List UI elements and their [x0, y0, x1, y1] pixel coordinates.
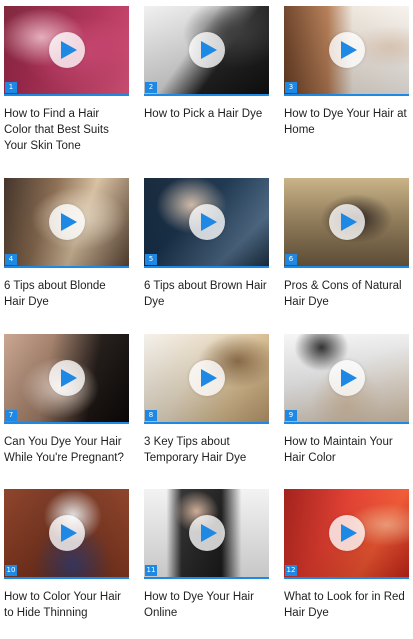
video-title[interactable]: How to Dye Your Hair at Home: [284, 106, 409, 138]
video-thumbnail[interactable]: 6: [284, 178, 409, 268]
video-title[interactable]: 6 Tips about Brown Hair Dye: [144, 278, 269, 310]
video-card-7[interactable]: 7 Can You Dye Your Hair While You're Pre…: [4, 334, 129, 484]
video-number-badge: 5: [145, 254, 157, 265]
play-button[interactable]: [329, 515, 365, 551]
play-button[interactable]: [49, 204, 85, 240]
video-thumbnail[interactable]: 7: [4, 334, 129, 424]
play-icon: [341, 41, 357, 59]
play-icon: [201, 369, 217, 387]
video-card-1[interactable]: 1 How to Find a Hair Color that Best Sui…: [4, 6, 129, 156]
progress-bar: [4, 422, 129, 424]
play-button[interactable]: [189, 360, 225, 396]
progress-bar: [144, 266, 269, 268]
video-number-badge: 7: [5, 410, 17, 421]
play-button[interactable]: [49, 32, 85, 68]
progress-bar: [4, 266, 129, 268]
video-card-8[interactable]: 8 3 Key Tips about Temporary Hair Dye: [144, 334, 269, 484]
play-button[interactable]: [329, 32, 365, 68]
video-title[interactable]: How to Dye Your Hair Online: [144, 589, 269, 621]
video-card-9[interactable]: 9 How to Maintain Your Hair Color: [284, 334, 409, 484]
video-title[interactable]: How to Find a Hair Color that Best Suits…: [4, 106, 129, 154]
video-thumbnail[interactable]: 12: [284, 489, 409, 579]
progress-bar: [284, 94, 409, 96]
video-title[interactable]: 3 Key Tips about Temporary Hair Dye: [144, 434, 269, 466]
play-button[interactable]: [189, 204, 225, 240]
play-icon: [61, 524, 77, 542]
progress-bar: [144, 577, 269, 579]
video-card-2[interactable]: 2 How to Pick a Hair Dye: [144, 6, 269, 156]
video-title[interactable]: How to Maintain Your Hair Color: [284, 434, 409, 466]
video-title[interactable]: What to Look for in Red Hair Dye: [284, 589, 409, 621]
play-button[interactable]: [329, 204, 365, 240]
video-card-11[interactable]: 11 How to Dye Your Hair Online: [144, 489, 269, 639]
video-title[interactable]: Pros & Cons of Natural Hair Dye: [284, 278, 409, 310]
video-thumbnail[interactable]: 8: [144, 334, 269, 424]
video-card-4[interactable]: 4 6 Tips about Blonde Hair Dye: [4, 178, 129, 328]
video-card-10[interactable]: 10 How to Color Your Hair to Hide Thinni…: [4, 489, 129, 639]
video-number-badge: 12: [285, 565, 297, 576]
play-button[interactable]: [189, 515, 225, 551]
video-card-12[interactable]: 12 What to Look for in Red Hair Dye: [284, 489, 409, 639]
video-title[interactable]: Can You Dye Your Hair While You're Pregn…: [4, 434, 129, 466]
video-number-badge: 11: [145, 565, 157, 576]
video-thumbnail[interactable]: 4: [4, 178, 129, 268]
video-card-5[interactable]: 5 6 Tips about Brown Hair Dye: [144, 178, 269, 328]
video-thumbnail[interactable]: 3: [284, 6, 409, 96]
video-thumbnail[interactable]: 9: [284, 334, 409, 424]
video-title[interactable]: How to Color Your Hair to Hide Thinning: [4, 589, 129, 621]
video-grid: 1 How to Find a Hair Color that Best Sui…: [0, 0, 413, 620]
play-icon: [201, 524, 217, 542]
video-number-badge: 6: [285, 254, 297, 265]
video-number-badge: 9: [285, 410, 297, 421]
progress-bar: [144, 422, 269, 424]
video-thumbnail[interactable]: 5: [144, 178, 269, 268]
play-icon: [341, 213, 357, 231]
play-icon: [201, 41, 217, 59]
video-number-badge: 1: [5, 82, 17, 93]
video-number-badge: 10: [5, 565, 17, 576]
play-icon: [341, 524, 357, 542]
video-number-badge: 2: [145, 82, 157, 93]
video-thumbnail[interactable]: 10: [4, 489, 129, 579]
play-icon: [61, 41, 77, 59]
video-thumbnail[interactable]: 11: [144, 489, 269, 579]
play-icon: [61, 213, 77, 231]
progress-bar: [284, 577, 409, 579]
video-number-badge: 8: [145, 410, 157, 421]
play-button[interactable]: [329, 360, 365, 396]
progress-bar: [4, 94, 129, 96]
video-title[interactable]: How to Pick a Hair Dye: [144, 106, 269, 122]
video-card-3[interactable]: 3 How to Dye Your Hair at Home: [284, 6, 409, 156]
video-thumbnail[interactable]: 1: [4, 6, 129, 96]
play-button[interactable]: [49, 360, 85, 396]
progress-bar: [144, 94, 269, 96]
play-button[interactable]: [49, 515, 85, 551]
video-thumbnail[interactable]: 2: [144, 6, 269, 96]
progress-bar: [4, 577, 129, 579]
play-icon: [201, 213, 217, 231]
play-icon: [61, 369, 77, 387]
progress-bar: [284, 422, 409, 424]
progress-bar: [284, 266, 409, 268]
video-card-6[interactable]: 6 Pros & Cons of Natural Hair Dye: [284, 178, 409, 328]
video-number-badge: 4: [5, 254, 17, 265]
play-icon: [341, 369, 357, 387]
video-number-badge: 3: [285, 82, 297, 93]
video-title[interactable]: 6 Tips about Blonde Hair Dye: [4, 278, 129, 310]
play-button[interactable]: [189, 32, 225, 68]
